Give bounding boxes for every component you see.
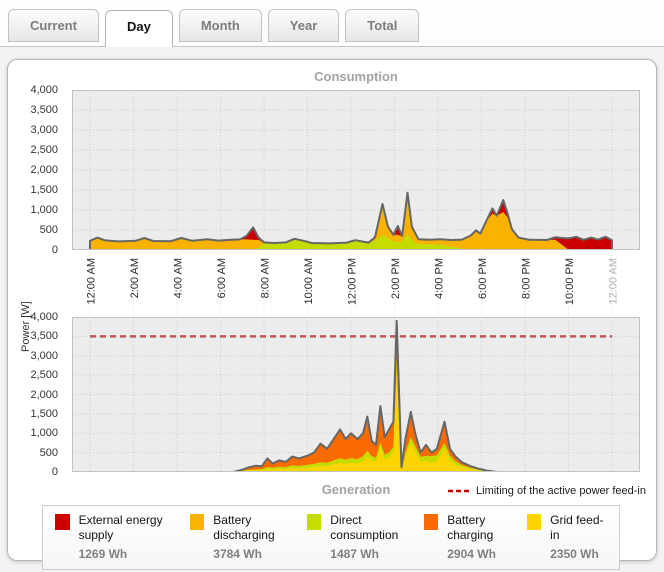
x-tick-label: 6:00 PM [477, 258, 489, 299]
y-tick-label: 1,000 [30, 427, 58, 439]
legend-item-external-supply: External energy supply 1269 Wh [55, 513, 190, 561]
y-tick-label: 500 [40, 224, 58, 236]
time-axis: 12:00 AM 2:00 AM 4:00 AM 6:00 AM 8:00 AM 10:0… [72, 255, 656, 317]
y-tick-label: 3,500 [30, 104, 58, 116]
tab-total[interactable]: Total [345, 9, 419, 42]
grid-feed-in-swatch [527, 514, 542, 530]
legend-value: 2904 Wh [447, 547, 526, 561]
legend-label: Battery discharging [213, 513, 306, 543]
x-tick-label: 12:00 AM [86, 258, 98, 304]
legend-label: Battery charging [447, 513, 526, 543]
y-tick-label: 2,500 [30, 369, 58, 381]
tab-year[interactable]: Year [268, 9, 339, 42]
x-tick-label: 2:00 AM [129, 258, 141, 298]
x-tick-label: 2:00 PM [390, 258, 402, 299]
y-tick-label: 4,000 [30, 311, 58, 323]
external-supply-swatch [55, 514, 70, 530]
y-tick-label: 0 [52, 466, 58, 478]
limit-line-label: Limiting of the active power feed-in [476, 485, 646, 497]
y-tick-label: 3,500 [30, 330, 58, 342]
y-tick-label: 3,000 [30, 350, 58, 362]
y-tick-label: 1,000 [30, 204, 58, 216]
direct-consumption-swatch [307, 514, 322, 530]
tab-current[interactable]: Current [8, 9, 99, 42]
consumption-chart-row: 4,0003,5003,0002,5002,0001,5001,0005000 [72, 90, 656, 255]
battery-discharging-swatch [190, 514, 205, 530]
battery-charging-swatch [424, 514, 439, 530]
legend-value: 1269 Wh [79, 547, 190, 561]
x-tick-label: 8:00 AM [260, 258, 272, 298]
y-tick-label: 0 [52, 244, 58, 256]
tab-month[interactable]: Month [179, 9, 262, 42]
generation-y-axis: 4,0003,5003,0002,5002,0001,5001,0005000 [8, 317, 64, 477]
x-tick-label: 4:00 AM [173, 258, 185, 298]
x-tick-label: 12:00 AM [608, 258, 620, 304]
x-tick-label: 10:00 AM [303, 258, 315, 304]
x-tick-label: 6:00 AM [216, 258, 228, 298]
legend-label: Grid feed-in [550, 513, 607, 543]
legend-label: External energy supply [79, 513, 190, 543]
x-tick-label: 8:00 PM [521, 258, 533, 299]
consumption-plot [72, 90, 656, 255]
legend-item-direct-consumption: Direct consumption 1487 Wh [307, 513, 424, 561]
legend-item-grid-feed-in: Grid feed-in 2350 Wh [527, 513, 607, 561]
x-tick-label: 10:00 PM [564, 258, 576, 305]
energy-legend: External energy supply 1269 Wh Battery d… [42, 505, 620, 570]
legend-item-battery-discharging: Battery discharging 3784 Wh [190, 513, 307, 561]
legend-label: Direct consumption [330, 513, 423, 543]
y-tick-label: 1,500 [30, 408, 58, 420]
y-tick-label: 2,500 [30, 144, 58, 156]
legend-value: 1487 Wh [330, 547, 423, 561]
y-tick-label: 2,000 [30, 389, 58, 401]
legend-item-battery-charging: Battery charging 2904 Wh [424, 513, 527, 561]
limit-dash-icon [448, 485, 470, 497]
generation-plot [72, 317, 656, 477]
y-tick-label: 1,500 [30, 184, 58, 196]
y-tick-label: 500 [40, 447, 58, 459]
tab-day[interactable]: Day [105, 10, 173, 47]
legend-value: 2350 Wh [550, 547, 607, 561]
consumption-y-axis: 4,0003,5003,0002,5002,0001,5001,0005000 [8, 90, 64, 255]
generation-chart-row: 4,0003,5003,0002,5002,0001,5001,0005000 [72, 317, 656, 477]
y-tick-label: 3,000 [30, 124, 58, 136]
energy-balance-panel: Power [W] Consumption 4,0003,5003,0002,5… [7, 59, 657, 561]
x-tick-label: 4:00 PM [434, 258, 446, 299]
limit-line-legend: Limiting of the active power feed-in [448, 485, 646, 497]
y-tick-label: 4,000 [30, 84, 58, 96]
y-tick-label: 2,000 [30, 164, 58, 176]
consumption-title: Consumption [72, 69, 640, 84]
x-tick-label: 12:00 PM [347, 258, 359, 305]
legend-value: 3784 Wh [213, 547, 306, 561]
tab-bar: Current Day Month Year Total [0, 0, 664, 47]
